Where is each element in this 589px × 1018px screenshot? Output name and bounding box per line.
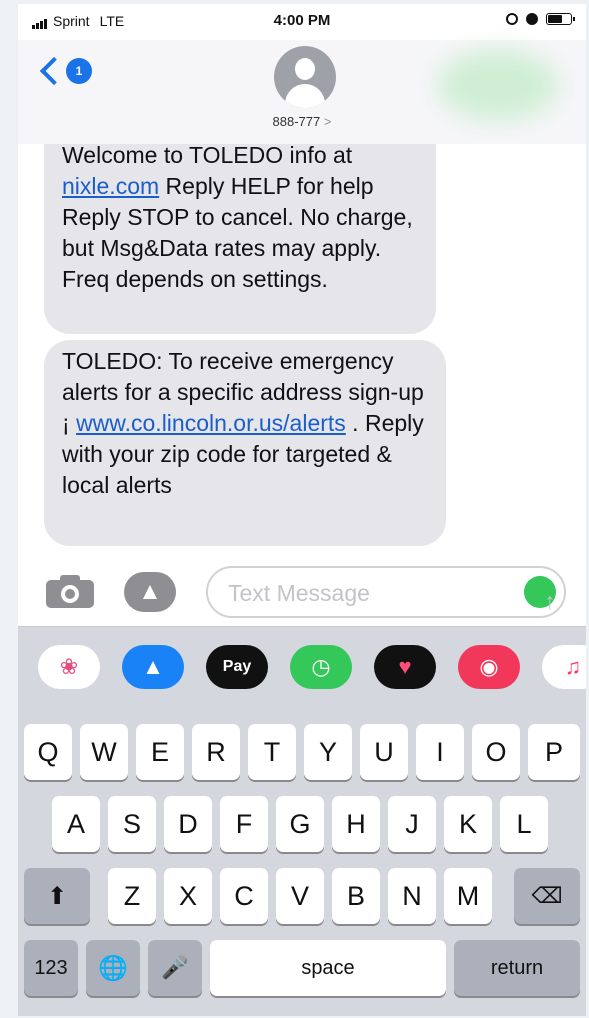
shift-key[interactable]: ⬆ bbox=[24, 868, 90, 924]
phone-screen: Sprint LTE 4:00 PM 1 888-777 > Welcome t… bbox=[18, 4, 586, 1016]
key-r[interactable]: R bbox=[192, 724, 240, 780]
status-time: 4:00 PM bbox=[273, 12, 331, 29]
message-input-placeholder: Text Message bbox=[228, 580, 370, 606]
key-k[interactable]: K bbox=[444, 796, 492, 852]
return-key[interactable]: return bbox=[454, 940, 580, 996]
key-g[interactable]: G bbox=[276, 796, 324, 852]
key-h[interactable]: H bbox=[332, 796, 380, 852]
globe-icon: 🌐 bbox=[98, 954, 128, 982]
key-c[interactable]: C bbox=[220, 868, 268, 924]
dictation-key[interactable]: 🎤 bbox=[148, 940, 202, 996]
message-link[interactable]: nixle.com bbox=[62, 173, 159, 199]
key-n[interactable]: N bbox=[388, 868, 436, 924]
key-b[interactable]: B bbox=[332, 868, 380, 924]
key-d[interactable]: D bbox=[164, 796, 212, 852]
send-button[interactable]: ↑ bbox=[524, 576, 556, 614]
person-head-shape bbox=[295, 58, 315, 80]
key-x[interactable]: X bbox=[164, 868, 212, 924]
chevron-right-icon: > bbox=[323, 114, 332, 129]
app-store-icon[interactable]: ▲ bbox=[122, 645, 184, 689]
key-a[interactable]: A bbox=[52, 796, 100, 852]
key-s[interactable]: S bbox=[108, 796, 156, 852]
camera-icon[interactable] bbox=[46, 574, 94, 608]
key-u[interactable]: U bbox=[360, 724, 408, 780]
contact-number: 888-777 bbox=[272, 114, 321, 129]
status-bar: Sprint LTE 4:00 PM bbox=[18, 4, 586, 40]
key-j[interactable]: J bbox=[388, 796, 436, 852]
imessage-app-strip: ❀ ▲ Pay ◷ ♥ ◉ ♫ bbox=[18, 626, 586, 711]
message-text: Welcome to TOLEDO info at bbox=[62, 144, 353, 168]
key-p[interactable]: P bbox=[528, 724, 580, 780]
delete-key[interactable]: ⌫ bbox=[514, 868, 580, 924]
message-bubble[interactable]: Welcome to TOLEDO info at nixle.com Repl… bbox=[44, 144, 436, 334]
globe-key[interactable]: 🌐 bbox=[86, 940, 140, 996]
microphone-icon: 🎤 bbox=[161, 955, 189, 980]
apple-pay-icon[interactable]: Pay bbox=[206, 645, 268, 689]
compose-bar: ▲ Text Message ↑ bbox=[18, 556, 586, 626]
keyboard: Q W E R T Y U I O P A S D F G H J K L ⬆ … bbox=[18, 710, 586, 1016]
alarm-icon bbox=[526, 13, 538, 25]
space-key[interactable]: space bbox=[210, 940, 446, 996]
battery-icon bbox=[546, 13, 575, 25]
key-w[interactable]: W bbox=[80, 724, 128, 780]
key-v[interactable]: V bbox=[276, 868, 324, 924]
key-i[interactable]: I bbox=[416, 724, 464, 780]
search-globe-icon[interactable]: ◉ bbox=[458, 645, 520, 689]
key-e[interactable]: E bbox=[136, 724, 184, 780]
chevron-left-icon bbox=[39, 56, 69, 86]
shift-arrow-icon: ⬆ bbox=[46, 882, 68, 910]
key-z[interactable]: Z bbox=[108, 868, 156, 924]
message-bubble[interactable]: TOLEDO: To receive emergency alerts for … bbox=[44, 340, 446, 546]
numbers-key[interactable]: 123 bbox=[24, 940, 78, 996]
clock-icon[interactable]: ◷ bbox=[290, 645, 352, 689]
status-icons bbox=[506, 13, 575, 25]
key-o[interactable]: O bbox=[472, 724, 520, 780]
photos-icon[interactable]: ❀ bbox=[38, 645, 100, 689]
arrow-up-icon: ↑ bbox=[544, 588, 556, 614]
blurred-overlay bbox=[438, 50, 558, 120]
key-f[interactable]: F bbox=[220, 796, 268, 852]
heart-icon[interactable]: ♥ bbox=[374, 645, 436, 689]
conversation-header: 1 888-777 > bbox=[18, 40, 586, 145]
apple-pay-label: Pay bbox=[222, 658, 252, 675]
unread-count-badge: 1 bbox=[66, 58, 92, 84]
backspace-icon: ⌫ bbox=[531, 883, 563, 908]
message-thread[interactable]: Welcome to TOLEDO info at nixle.com Repl… bbox=[18, 144, 586, 546]
key-m[interactable]: M bbox=[444, 868, 492, 924]
message-input[interactable]: Text Message ↑ bbox=[206, 566, 566, 618]
key-y[interactable]: Y bbox=[304, 724, 352, 780]
contact-avatar[interactable] bbox=[274, 46, 336, 108]
app-store-icon[interactable]: ▲ bbox=[124, 572, 176, 612]
rotation-lock-icon bbox=[506, 13, 518, 25]
message-link[interactable]: www.co.lincoln.or.us/alerts bbox=[76, 410, 346, 436]
music-icon[interactable]: ♫ bbox=[542, 645, 586, 689]
back-button[interactable]: 1 bbox=[38, 56, 92, 86]
key-t[interactable]: T bbox=[248, 724, 296, 780]
key-q[interactable]: Q bbox=[24, 724, 72, 780]
person-torso-shape bbox=[285, 84, 325, 108]
key-l[interactable]: L bbox=[500, 796, 548, 852]
